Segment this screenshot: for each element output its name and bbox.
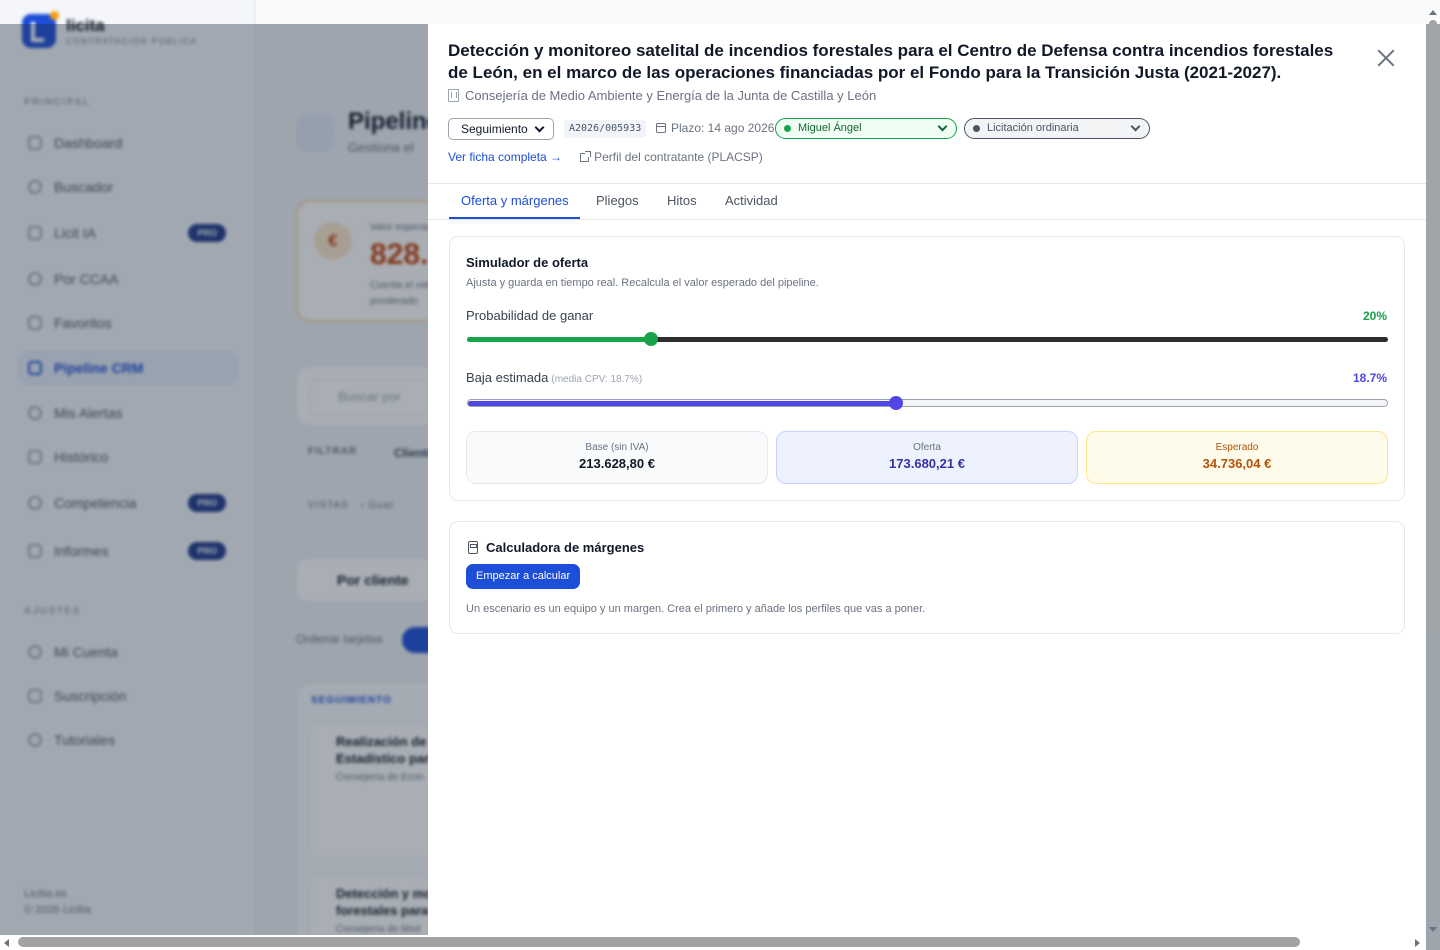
margins-calculator-card: Calculadora de márgenes Empezar a calcul… bbox=[449, 521, 1405, 634]
win-probability-slider[interactable] bbox=[467, 332, 1388, 346]
offer-stat: Oferta 173.680,21 € bbox=[776, 431, 1078, 484]
tab-actividad[interactable]: Actividad bbox=[725, 193, 778, 208]
deadline: Plazo: 14 ago 2026 bbox=[656, 121, 774, 135]
scroll-left-icon[interactable] bbox=[4, 939, 9, 947]
organization: Consejería de Medio Ambiente y Energía d… bbox=[448, 88, 876, 103]
tab-oferta-margenes[interactable]: Oferta y márgenes bbox=[461, 193, 569, 208]
start-calculation-button[interactable]: Empezar a calcular bbox=[466, 564, 581, 589]
win-probability-value: 20% bbox=[1362, 309, 1387, 323]
offer-simulator-card: Simulador de oferta Ajusta y guarda en t… bbox=[449, 236, 1405, 501]
slider-handle[interactable] bbox=[889, 396, 903, 410]
horizontal-scrollbar[interactable] bbox=[0, 935, 1426, 950]
full-record-link[interactable]: Ver ficha completa → bbox=[448, 150, 562, 164]
reference-badge: A2026/005933 bbox=[564, 120, 647, 138]
chevron-down-icon bbox=[534, 122, 545, 133]
chevron-down-icon bbox=[1130, 121, 1141, 132]
assignee-select[interactable]: Miguel Ángel bbox=[775, 118, 957, 139]
win-probability-label: Probabilidad de ganar bbox=[466, 308, 594, 323]
slider-fill bbox=[468, 401, 896, 406]
external-link-icon bbox=[580, 150, 592, 162]
discount-label: Baja estimada (media CPV: 18.7%) bbox=[466, 370, 643, 385]
calendar-icon bbox=[656, 123, 666, 133]
drawer-tabs: Oferta y márgenes Pliegos Hitos Activida… bbox=[428, 183, 1426, 220]
close-icon[interactable] bbox=[1376, 48, 1396, 68]
discount-hint: (media CPV: 18.7%) bbox=[551, 374, 643, 385]
base-stat: Base (sin IVA) 213.628,80 € bbox=[466, 431, 768, 484]
discount-slider[interactable] bbox=[467, 396, 1388, 410]
simulator-subtitle: Ajusta y guarda en tiempo real. Recalcul… bbox=[466, 277, 819, 289]
procedure-select[interactable]: Licitación ordinaria bbox=[964, 118, 1150, 139]
status-dot bbox=[784, 125, 791, 132]
calculator-title: Calculadora de márgenes bbox=[486, 540, 645, 555]
discount-value: 18.7% bbox=[1352, 371, 1387, 385]
status-dot bbox=[973, 125, 980, 132]
vertical-scrollbar[interactable] bbox=[1426, 10, 1440, 932]
scroll-right-icon[interactable] bbox=[1415, 939, 1420, 947]
scrollbar-thumb[interactable] bbox=[1429, 20, 1437, 632]
tender-detail-drawer: Detección y monitoreo satelital de incen… bbox=[428, 24, 1426, 936]
drawer-title: Detección y monitoreo satelital de incen… bbox=[448, 41, 1334, 82]
top-bar bbox=[256, 0, 1440, 24]
building-icon bbox=[448, 89, 459, 102]
simulator-title: Simulador de oferta bbox=[466, 255, 589, 270]
calculator-note: Un escenario es un equipo y un margen. C… bbox=[466, 603, 926, 615]
tender-controls: Seguimiento A2026/005933 Plazo: 14 ago 2… bbox=[448, 118, 1168, 140]
scroll-up-icon[interactable] bbox=[1429, 10, 1437, 15]
tab-pliegos[interactable]: Pliegos bbox=[596, 193, 639, 208]
active-tab-indicator bbox=[449, 217, 580, 219]
scroll-down-icon[interactable] bbox=[1429, 927, 1437, 932]
chevron-down-icon bbox=[937, 121, 948, 132]
slider-fill bbox=[467, 337, 651, 342]
contractor-profile-link[interactable]: Perfil del contratante (PLACSP) bbox=[580, 150, 763, 164]
calculator-icon bbox=[468, 541, 478, 554]
scrollbar-thumb[interactable] bbox=[18, 937, 1300, 947]
tab-hitos[interactable]: Hitos bbox=[667, 193, 697, 208]
expected-stat: Esperado 34.736,04 € bbox=[1086, 431, 1388, 484]
slider-handle[interactable] bbox=[644, 332, 658, 346]
organization-name: Consejería de Medio Ambiente y Energía d… bbox=[465, 88, 877, 103]
status-select[interactable]: Seguimiento bbox=[448, 118, 554, 140]
drawer-links: Ver ficha completa → Perfil del contrata… bbox=[448, 150, 763, 164]
